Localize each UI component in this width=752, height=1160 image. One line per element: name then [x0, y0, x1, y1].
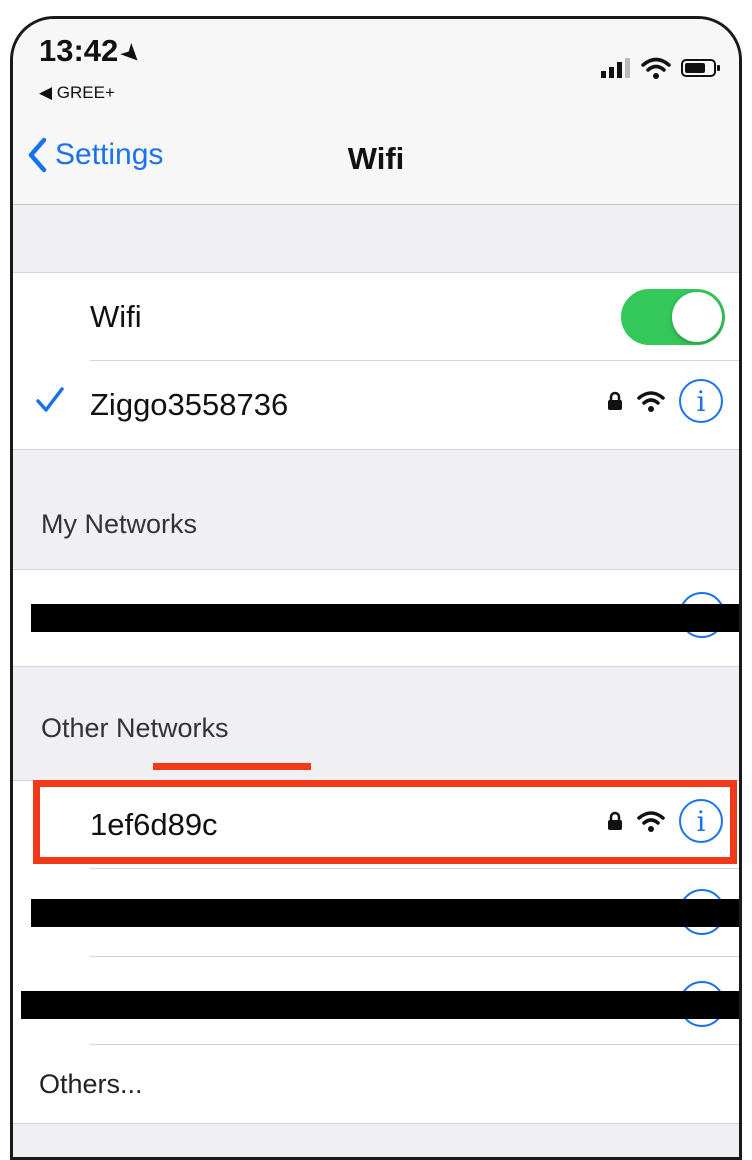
lock-icon [608, 811, 622, 830]
my-networks-group [13, 569, 739, 667]
other-networks-header: Other Networks [13, 684, 739, 764]
redacted-network-name [21, 991, 739, 1019]
network-icons: i [607, 379, 723, 423]
lock-icon [608, 391, 622, 410]
cellular-signal-icon [601, 58, 630, 78]
wifi-toggle-switch[interactable] [621, 289, 725, 345]
others-row[interactable]: Others... [13, 1045, 739, 1123]
status-time: 13:42➤ [39, 33, 147, 69]
info-icon[interactable]: i [679, 379, 723, 423]
time-text: 13:42 [39, 33, 119, 68]
location-arrow-icon: ➤ [116, 38, 148, 70]
wifi-strength-icon [637, 391, 665, 412]
wifi-toggle-label: Wifi [90, 299, 142, 334]
network-name: 1ef6d89c [90, 807, 218, 842]
wifi-group: Wifi Ziggo3558736 i [13, 272, 739, 450]
other-networks-group: 1ef6d89c i Others... [13, 780, 739, 1124]
back-to-app-link[interactable]: ◀ GREE+ [39, 83, 115, 103]
wifi-strength-icon [637, 811, 665, 832]
my-networks-header: My Networks [13, 480, 739, 560]
status-bar: 13:42➤ ◀ GREE+ [13, 19, 739, 117]
redacted-network-name [31, 899, 739, 927]
status-icons [601, 57, 721, 79]
connected-network-name: Ziggo3558736 [90, 387, 289, 422]
network-row-redacted[interactable] [13, 869, 739, 957]
toggle-knob [672, 292, 722, 342]
my-networks-label: My Networks [41, 509, 198, 539]
connected-network-row[interactable]: Ziggo3558736 i [13, 361, 739, 449]
network-icons: i [607, 799, 723, 843]
others-label: Others... [39, 1068, 143, 1099]
other-networks-label: Other Networks [41, 713, 229, 743]
wifi-toggle-row: Wifi [13, 273, 739, 361]
page-title: Wifi [347, 141, 405, 176]
navigation-bar: Settings Wifi [13, 117, 739, 205]
wifi-status-icon [641, 57, 671, 79]
network-row-redacted[interactable] [13, 957, 739, 1045]
network-row[interactable]: 1ef6d89c i [13, 781, 739, 869]
checkmark-icon [36, 387, 64, 412]
info-icon[interactable]: i [679, 799, 723, 843]
phone-frame: 13:42➤ ◀ GREE+ Settings Wifi Wifi Ziggo3… [10, 16, 742, 1160]
redacted-network-name [31, 604, 739, 632]
battery-icon [681, 59, 720, 77]
